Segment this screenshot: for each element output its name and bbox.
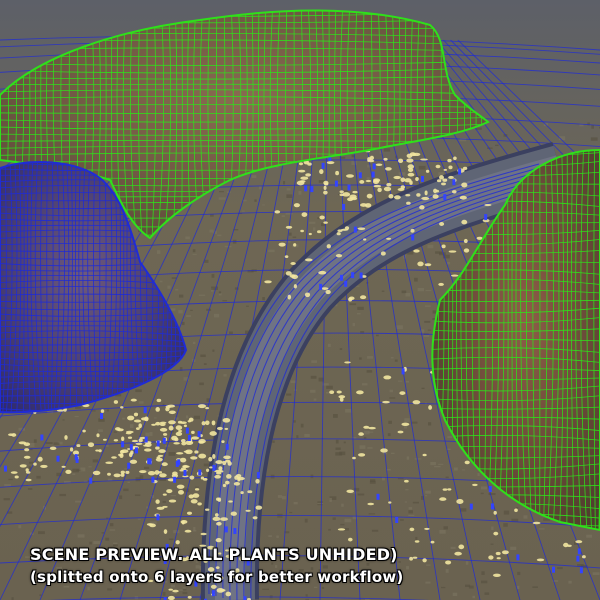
scene-caption: SCENE PREVIEW. ALL PLANTS UNHIDED) (spli…: [30, 544, 403, 588]
caption-subtitle: (splitted onto 6 layers for better workf…: [30, 568, 404, 586]
scene-render: [0, 0, 600, 600]
3d-scene-viewport[interactable]: SCENE PREVIEW. ALL PLANTS UNHIDED) (spli…: [0, 0, 600, 600]
caption-title: SCENE PREVIEW. ALL PLANTS UNHIDED): [30, 545, 398, 564]
